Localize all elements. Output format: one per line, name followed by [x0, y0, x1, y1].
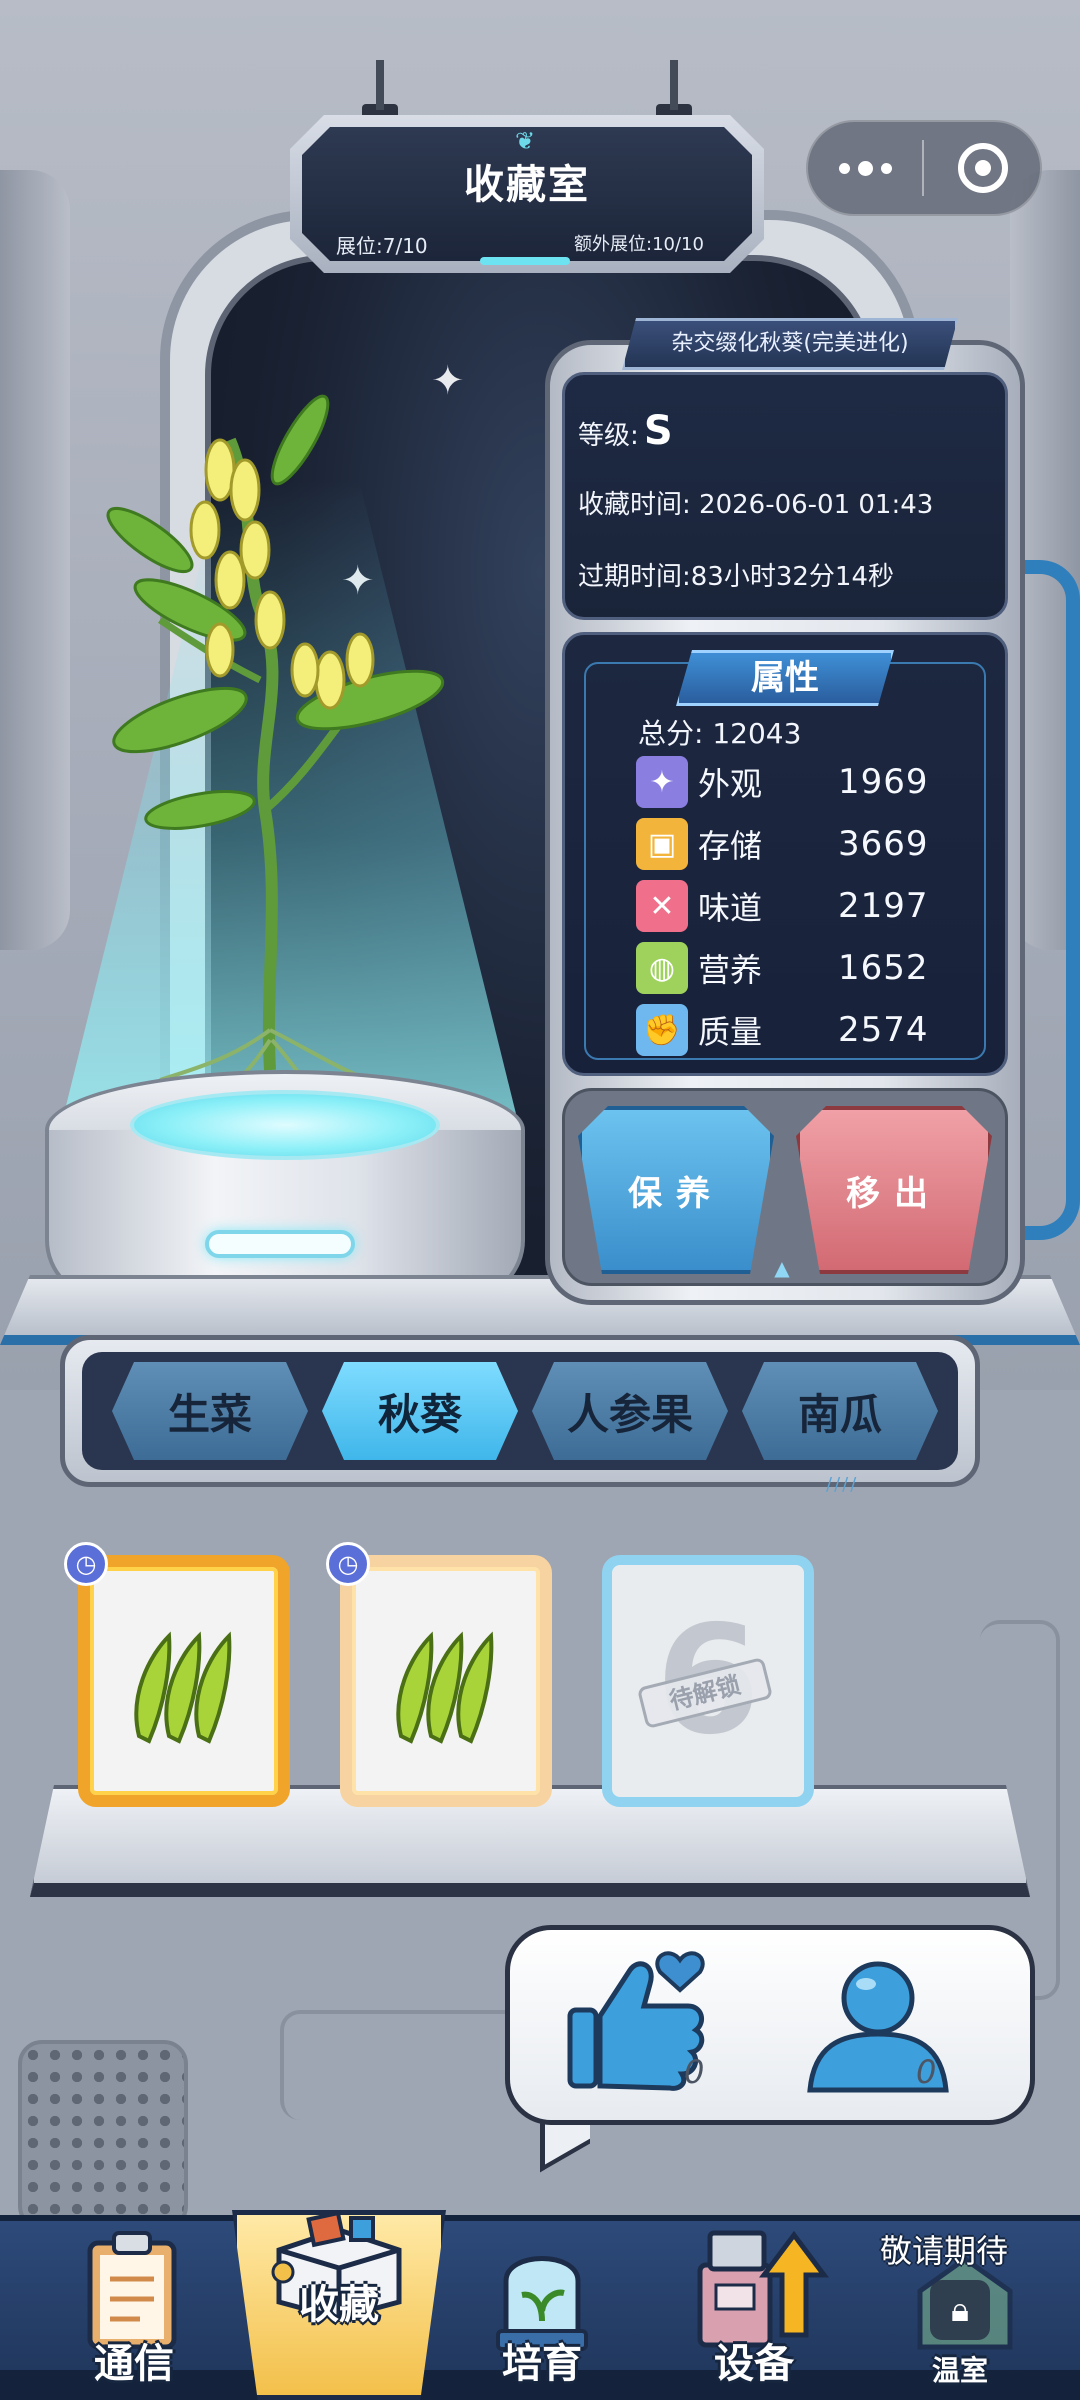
pedestal-light	[130, 1090, 440, 1160]
remove-button[interactable]: 移出	[796, 1106, 992, 1274]
grade-value: S	[643, 408, 673, 454]
vent-grille	[18, 2040, 188, 2230]
attribute-value: 2574	[838, 1010, 929, 1050]
nav-item-collection[interactable]: 收藏	[249, 2200, 429, 2370]
attribute-value: 1969	[838, 762, 929, 802]
sprout-icon: ❦	[514, 127, 536, 155]
tab-pumpkin[interactable]: 南瓜	[742, 1362, 938, 1460]
tab-lettuce[interactable]: 生菜	[112, 1362, 308, 1460]
nav-item-equipment[interactable]: 设备	[664, 2225, 844, 2395]
like-count: 0	[684, 2053, 705, 2091]
attribute-row-appearance: ✦ 外观 1969	[636, 755, 966, 809]
okra-icon	[352, 1567, 540, 1795]
tab-okra[interactable]: 秋葵	[322, 1362, 518, 1460]
collection-card-1[interactable]	[78, 1555, 290, 1807]
decor-stripes: ////	[826, 1474, 859, 1495]
attribute-value: 2197	[838, 886, 929, 926]
attributes-title: 属性	[676, 650, 894, 706]
collected-time: 收藏时间: 2026-06-01 01:43	[578, 490, 934, 520]
target-icon	[958, 143, 1008, 193]
page-title: 收藏室	[464, 162, 590, 208]
nav-label: 设备	[714, 2341, 794, 2387]
nav-item-communication[interactable]: 通信	[44, 2225, 224, 2395]
clock-icon: ◷	[64, 1542, 108, 1586]
more-dots-icon	[835, 160, 896, 176]
box-icon: ▣	[636, 818, 688, 870]
grade-label: 等级:	[578, 421, 639, 451]
triangle-up-icon: ▲	[774, 1256, 790, 1280]
extra-slot-count: 额外展位:10/10	[574, 234, 704, 255]
more-button[interactable]	[806, 120, 924, 216]
lemon-icon: ◍	[636, 942, 688, 994]
muscle-icon: ✊	[636, 1004, 688, 1056]
nav-label: 温室	[931, 2354, 988, 2387]
lock-icon: 🔒︎	[930, 2280, 990, 2340]
attribute-row-quality: ✊ 质量 2574	[636, 1003, 966, 1057]
okra-icon	[90, 1567, 278, 1795]
okra-plant-image	[106, 394, 445, 1080]
total-score: 总分: 12043	[638, 717, 802, 750]
nav-item-breeding[interactable]: 培育	[452, 2225, 632, 2395]
attribute-row-nutrition: ◍ 营养 1652	[636, 941, 966, 995]
clock-icon: ◷	[326, 1542, 370, 1586]
attribute-name: 质量	[698, 1013, 763, 1051]
wall-panel-left	[0, 170, 70, 950]
utensils-icon: ✕	[636, 880, 688, 932]
attribute-name: 外观	[698, 765, 763, 803]
pedestal-led	[205, 1230, 355, 1258]
sign-glow	[480, 257, 570, 265]
care-button[interactable]: 保养	[578, 1106, 774, 1274]
coming-soon-label: 敬请期待	[880, 2232, 1009, 2270]
nav-label: 通信	[94, 2341, 174, 2387]
collection-card-2[interactable]	[340, 1555, 552, 1807]
coolant-pipe	[1020, 560, 1080, 1240]
sign-hanger	[670, 60, 678, 110]
attribute-row-storage: ▣ 存储 3669	[636, 817, 966, 871]
expire-time: 过期时间:83小时32分14秒	[578, 562, 895, 592]
sparkle-icon: ✦	[636, 756, 688, 808]
close-button[interactable]	[924, 120, 1042, 216]
attribute-name: 味道	[698, 889, 763, 927]
attribute-name: 营养	[698, 951, 763, 989]
attribute-value: 1652	[838, 948, 929, 988]
attribute-value: 3669	[838, 824, 929, 864]
attribute-name: 存储	[698, 827, 763, 865]
tab-pepino[interactable]: 人参果	[532, 1362, 728, 1460]
visitor-count: 0	[916, 2053, 937, 2091]
nav-label: 培育	[502, 2341, 582, 2387]
sign-hanger	[376, 60, 384, 110]
slot-count: 展位:7/10	[336, 234, 428, 258]
attribute-row-taste: ✕ 味道 2197	[636, 879, 966, 933]
grade-row: 等级: S	[578, 408, 673, 454]
plant-name: 杂交缀化秋葵(完美进化)	[622, 318, 958, 370]
nav-label: 收藏	[299, 2282, 379, 2328]
